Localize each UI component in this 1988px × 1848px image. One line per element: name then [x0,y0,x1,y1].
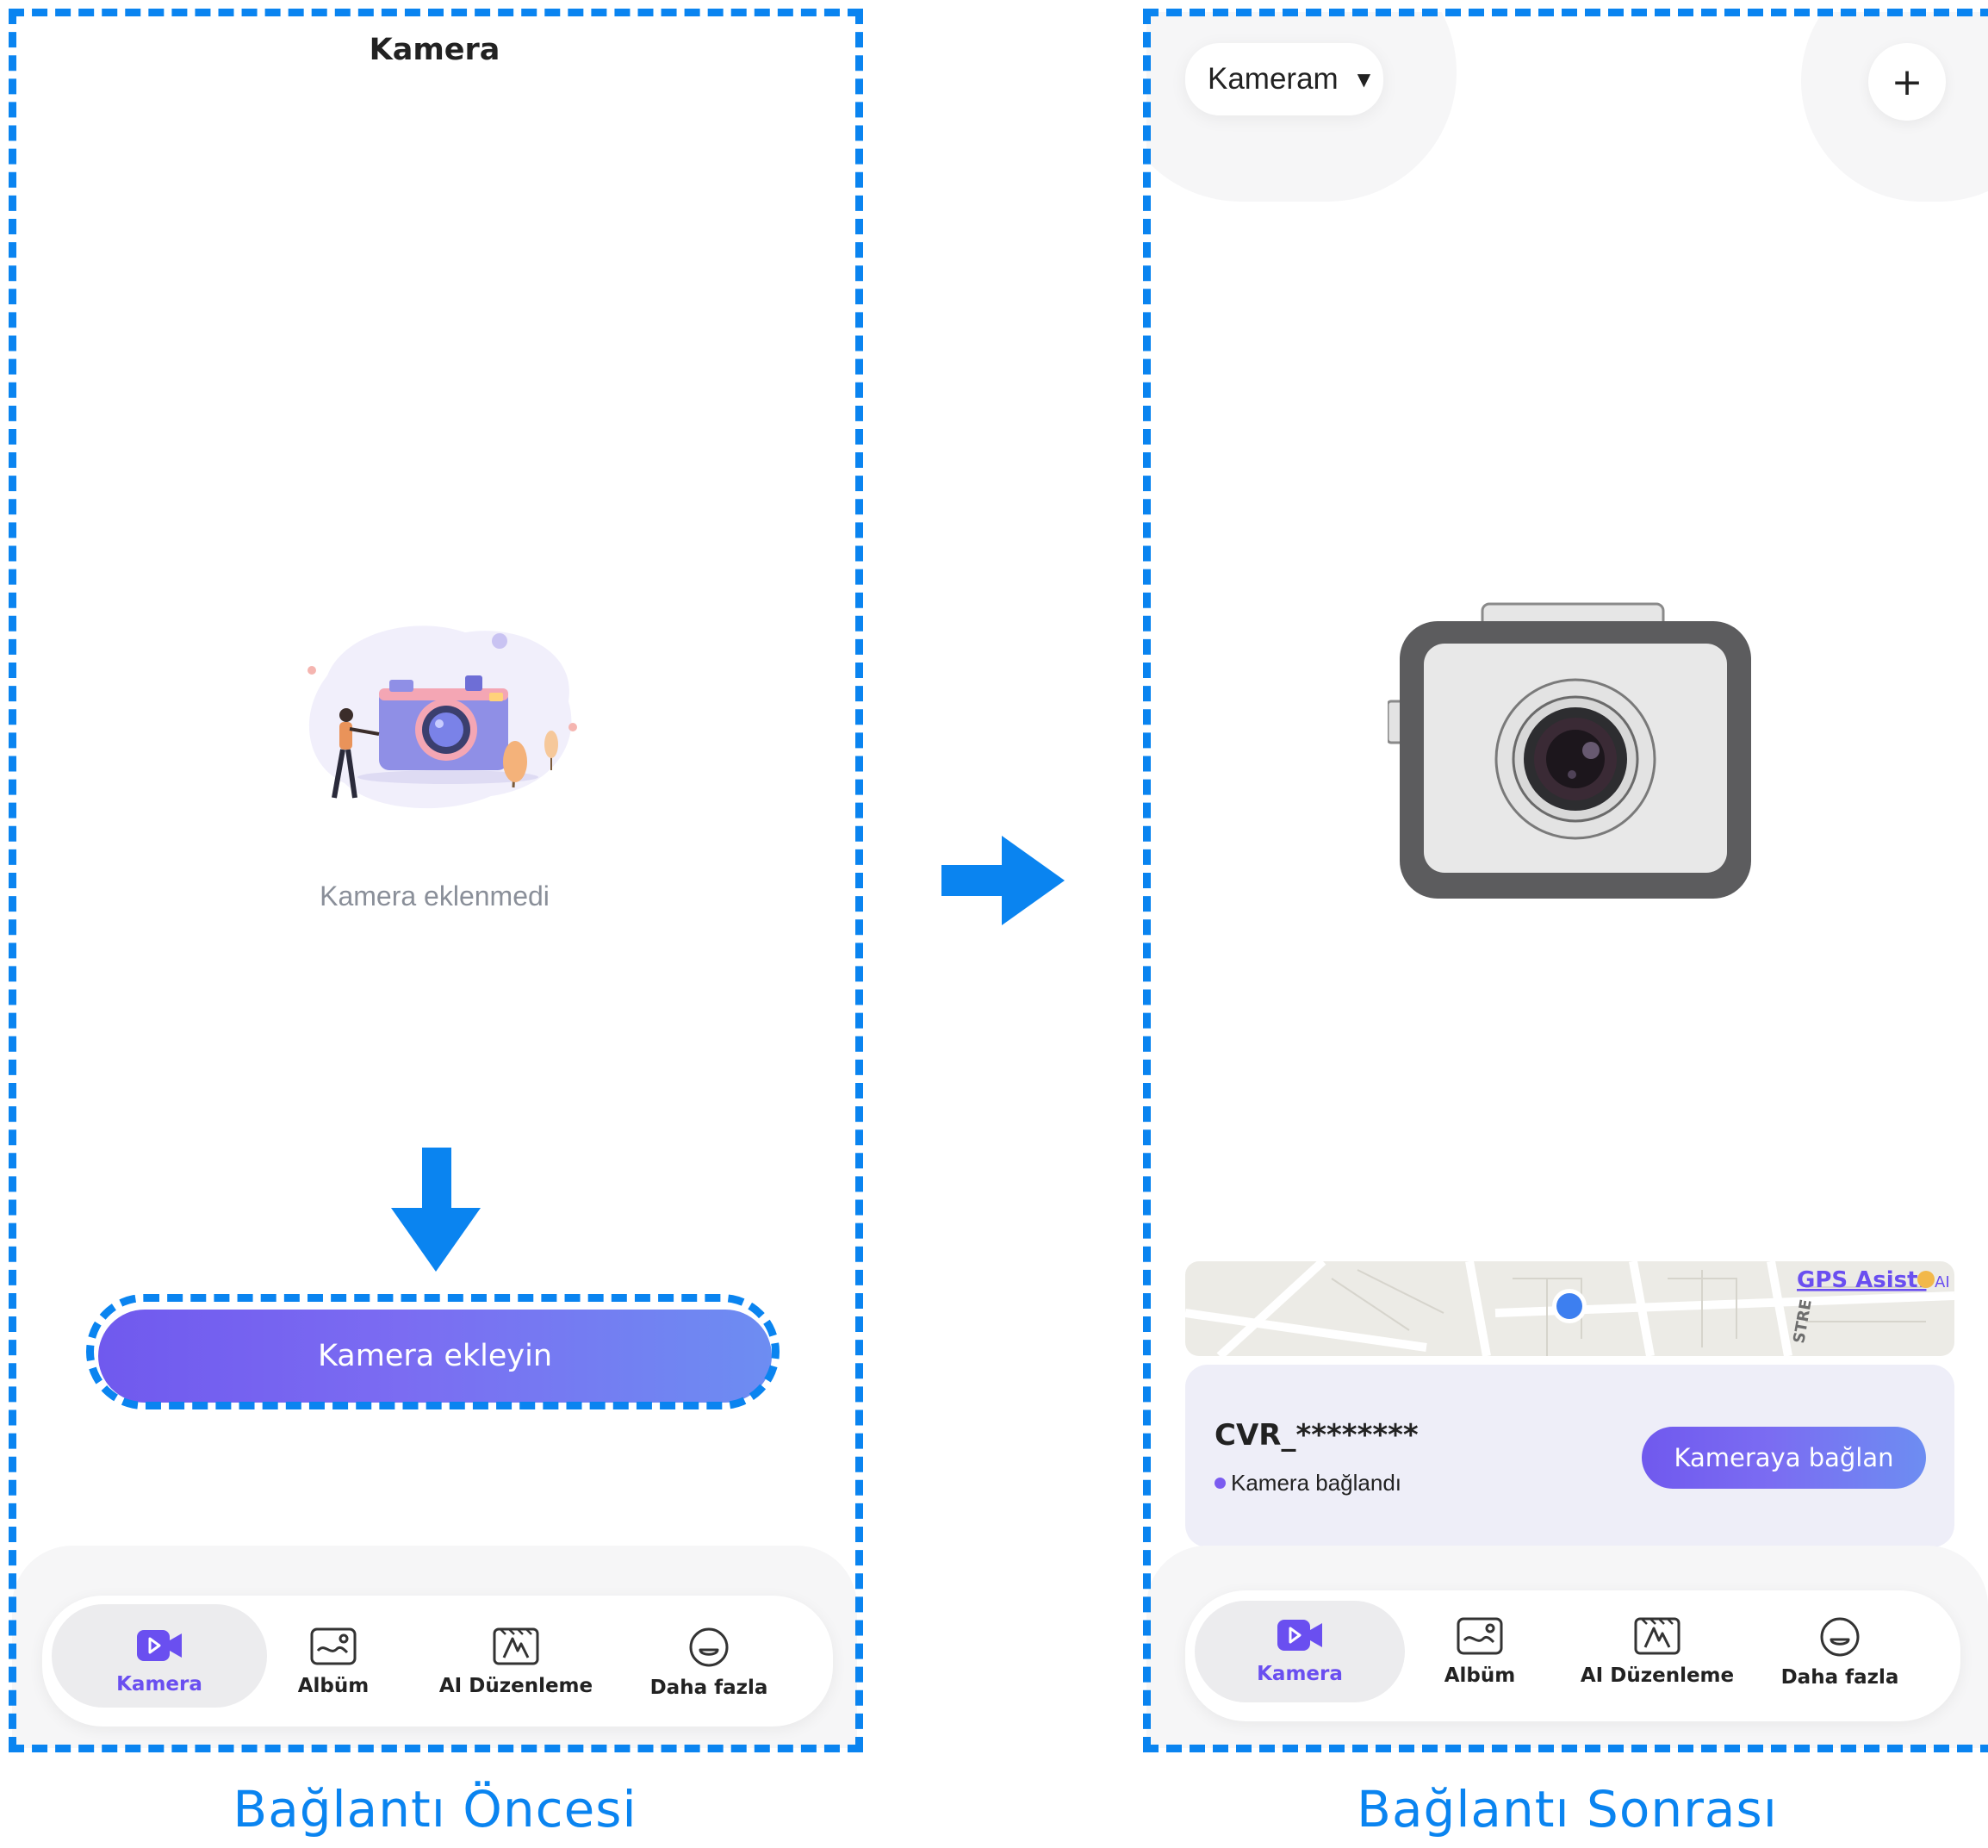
tab-album[interactable]: Albüm [264,1627,402,1697]
down-arrow-icon [391,1148,481,1272]
plus-icon: + [1891,59,1923,104]
more-face-icon [689,1627,729,1667]
device-card: CVR_******** Kamera bağlandı Kameraya ba… [1185,1365,1954,1547]
gps-map: STRE GPS Asist. AI [1185,1261,1954,1356]
tab-ai-edit[interactable]: AI Düzenleme [1580,1616,1735,1687]
dash-camera-image [1388,602,1751,899]
connect-camera-button[interactable]: Kameraya bağlan [1642,1427,1926,1489]
album-icon [1457,1617,1503,1655]
add-camera-button-label: Kamera ekleyin [317,1339,553,1373]
bottom-tab-bar: Kamera Albüm AI Düzenleme Daha fazla [1185,1590,1960,1721]
connect-camera-button-label: Kameraya bağlan [1674,1443,1894,1472]
ai-suffix-label: AI [1935,1273,1950,1291]
add-camera-button[interactable]: Kamera ekleyin [98,1310,772,1403]
after-connection-screen: Kameram ▼ + STRE GPS Asist. AI CVR_*****… [1146,12,1988,1748]
tab-label: AI Düzenleme [438,1675,593,1697]
album-icon [310,1627,357,1665]
caret-down-icon: ▼ [1357,69,1371,90]
before-connection-screen: Kamera Kamera eklenmedi Kamera ekleyin K… [12,12,857,1748]
tab-more[interactable]: Daha fazla [640,1627,778,1699]
tab-kamera[interactable]: Kamera [73,1627,245,1696]
tab-more[interactable]: Daha fazla [1771,1616,1909,1689]
tab-label: Kamera [116,1673,202,1696]
tab-album[interactable]: Albüm [1411,1616,1549,1687]
gps-assist-link[interactable]: GPS Asist. [1797,1267,1926,1293]
ai-edit-icon [493,1627,539,1665]
camera-selector-label: Kameram [1208,62,1339,96]
right-arrow-icon [941,836,1065,925]
camera-selector[interactable]: Kameram ▼ [1185,43,1383,115]
tab-label: Kamera [1257,1663,1343,1685]
video-camera-icon [137,1630,182,1661]
tab-label: AI Düzenleme [1580,1664,1735,1687]
tab-label: Albüm [1444,1664,1516,1687]
tab-label: Albüm [297,1675,370,1697]
add-camera-icon-button[interactable]: + [1868,43,1946,121]
bottom-tab-bar: Kamera Albüm AI Düzenleme Daha fazla [42,1596,833,1727]
ai-edit-icon [1634,1617,1680,1655]
status-text: Kamera bağlandı [1231,1470,1402,1496]
empty-state-message: Kamera eklenmedi [320,880,550,912]
status-dot [1215,1478,1226,1489]
connection-status: Kamera bağlandı [1215,1470,1401,1496]
more-face-icon [1820,1617,1860,1657]
page-title: Kamera [369,33,500,67]
tab-kamera[interactable]: Kamera [1214,1616,1386,1685]
after-caption: Bağlantı Sonrası [1357,1780,1778,1839]
tab-label: Daha fazla [649,1677,768,1699]
tab-ai-edit[interactable]: AI Düzenleme [439,1627,593,1697]
before-caption: Bağlantı Öncesi [233,1780,637,1839]
device-name: CVR_******** [1215,1418,1419,1453]
tab-label: Daha fazla [1780,1666,1899,1689]
video-camera-icon [1277,1620,1322,1651]
empty-camera-illustration [308,625,577,809]
